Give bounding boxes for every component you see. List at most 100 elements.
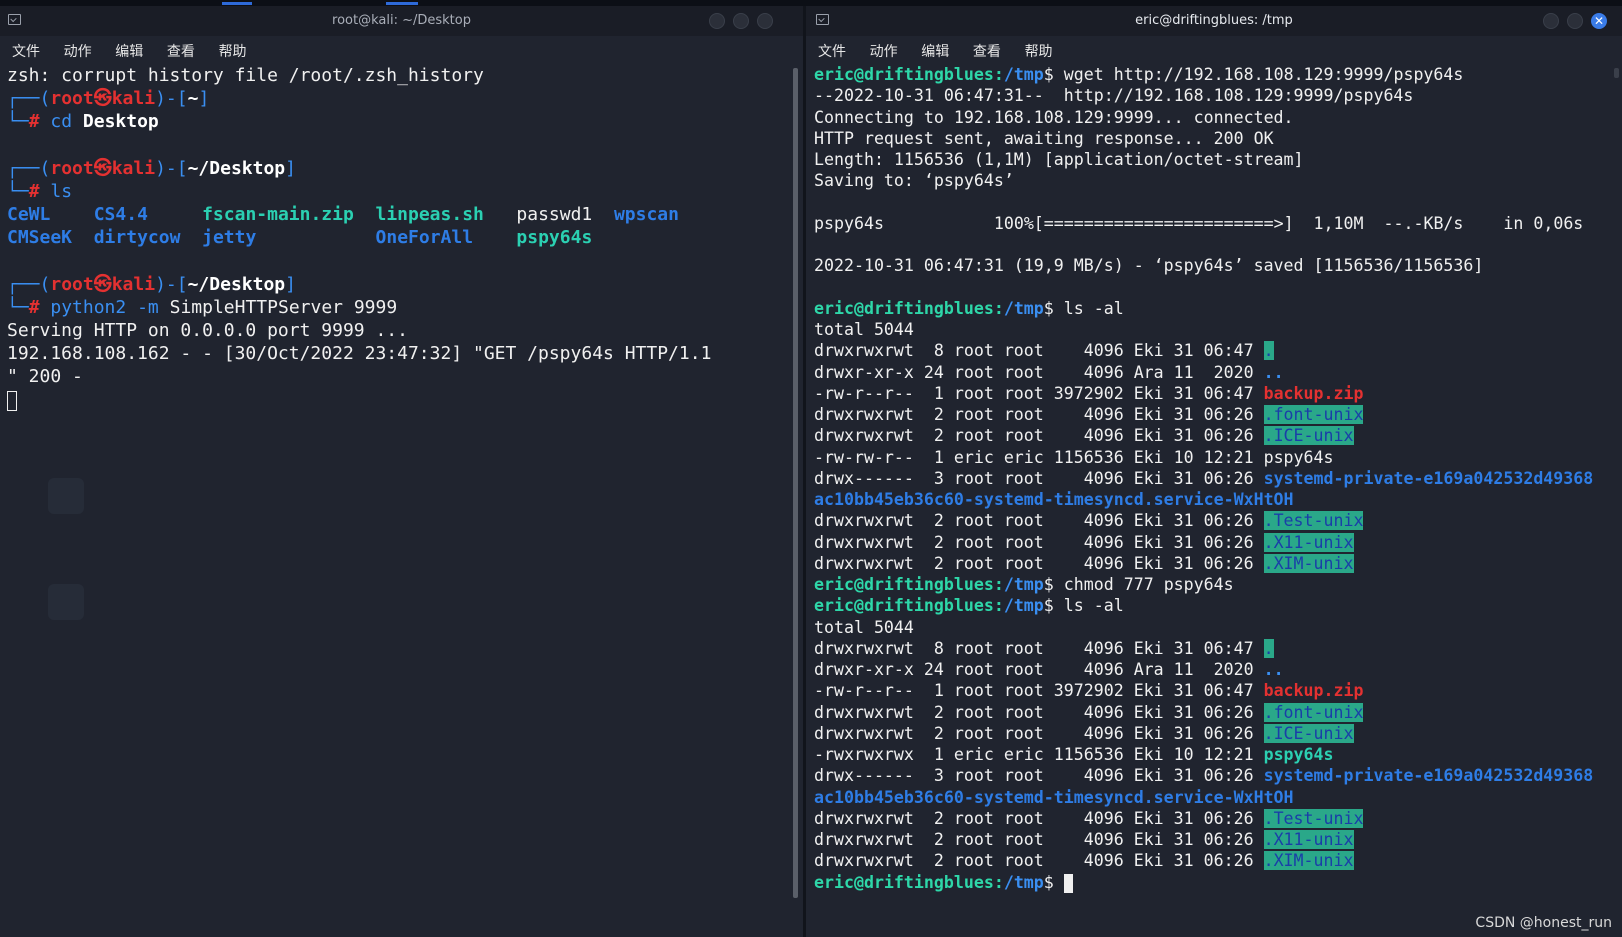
file-meta: drwxr-xr-x 24 root root 4096 Ara 11 2020	[814, 660, 1264, 679]
command-line: eric@driftingblues:/tmp$ chmod 777 pspy6…	[814, 575, 1234, 594]
terminal-line: Connecting to 192.168.108.129:9999... co…	[814, 107, 1294, 127]
terminal-line: Length: 1156536 (1,1M) [application/octe…	[814, 150, 1304, 169]
file-meta: drwxrwxrwt 2 root root 4096 Eki 31 06:26	[814, 723, 1264, 743]
workspace-indicator[interactable]	[386, 2, 418, 5]
file-name: ac10bb45eb36c60-systemd-timesyncd.servic…	[814, 787, 1294, 807]
terminal-line: --2022-10-31 06:47:31-- http://192.168.1…	[814, 86, 1414, 106]
right-title-bar[interactable]: eric@driftingblues: /tmp ✕	[806, 6, 1622, 36]
terminal-line: HTTP request sent, awaiting response... …	[814, 128, 1274, 148]
menu-view[interactable]: 查看	[973, 41, 1001, 61]
ls-row: drwxr-xr-x 24 root root 4096 Ara 11 2020…	[814, 362, 1606, 383]
file-meta: drwx------ 3 root root 4096 Eki 31 06:26	[814, 468, 1264, 488]
terminal-line: zsh: corrupt history file /root/.zsh_his…	[7, 65, 484, 86]
minimize-button[interactable]	[1543, 13, 1559, 29]
ls-listing: drwxrwxrwt 8 root root 4096 Eki 31 06:47…	[814, 638, 1606, 872]
window-title: eric@driftingblues: /tmp	[1135, 13, 1293, 28]
file-meta: drwxrwxrwt 2 root root 4096 Eki 31 06:26	[814, 405, 1264, 424]
file-name: .ICE-unix	[1263, 426, 1354, 446]
scrollbar[interactable]	[793, 68, 798, 898]
file-meta: -rwxrwxrwx 1 eric eric 1156536 Eki 10 12…	[814, 745, 1264, 764]
ls-row: ac10bb45eb36c60-systemd-timesyncd.servic…	[814, 787, 1606, 808]
left-terminal-window[interactable]: root@kali: ~/Desktop 文件 动作 编辑 查看 帮助 zsh:…	[0, 6, 803, 937]
file-name: .X11-unix	[1263, 532, 1354, 552]
ls-row: -rw-r--r-- 1 root root 3972902 Eki 31 06…	[814, 680, 1606, 701]
left-menu-bar: 文件 动作 编辑 查看 帮助	[0, 36, 803, 62]
left-terminal-output[interactable]: zsh: corrupt history file /root/.zsh_his…	[7, 64, 787, 937]
ls-row: drwx------ 3 root root 4096 Eki 31 06:26…	[814, 468, 1606, 489]
file-name: .Test-unix	[1263, 808, 1364, 828]
file-meta: drwxrwxrwt 2 root root 4096 Eki 31 06:26	[814, 830, 1264, 849]
file-meta: drwxrwxrwt 8 root root 4096 Eki 31 06:47	[814, 341, 1264, 361]
menu-actions[interactable]: 动作	[64, 41, 92, 61]
prompt-line: ┌──(root㉿kali)-[~/Desktop]	[7, 157, 296, 179]
ls-row: drwxrwxrwt 2 root root 4096 Eki 31 06:26…	[814, 723, 1606, 744]
terminal-line: Serving HTTP on 0.0.0.0 port 9999 ...	[7, 320, 408, 342]
ls-output-row: CeWL CS4.4 fscan-main.zip linpeas.sh pas…	[7, 204, 679, 226]
ls-row: drwxrwxrwt 2 root root 4096 Eki 31 06:26…	[814, 404, 1606, 425]
ls-row: drwxrwxrwt 2 root root 4096 Eki 31 06:26…	[814, 553, 1606, 574]
file-meta: drwxrwxrwt 8 root root 4096 Eki 31 06:47	[814, 638, 1264, 658]
ls-row: -rw-r--r-- 1 root root 3972902 Eki 31 06…	[814, 383, 1606, 404]
scrollbar[interactable]	[1614, 68, 1619, 78]
menu-file[interactable]: 文件	[818, 41, 846, 61]
terminal-line: " 200 -	[7, 366, 83, 388]
prompt-line: ┌──(root㉿kali)-[~]	[7, 88, 210, 110]
file-name: ..	[1263, 362, 1284, 382]
file-name: systemd-private-e169a042532d49368	[1263, 468, 1594, 488]
file-name: .	[1263, 638, 1274, 658]
ls-row: drwxrwxrwt 2 root root 4096 Eki 31 06:26…	[814, 532, 1606, 553]
file-name: .	[1263, 341, 1274, 361]
close-button[interactable]: ✕	[1591, 13, 1607, 29]
ls-row: ac10bb45eb36c60-systemd-timesyncd.servic…	[814, 489, 1606, 510]
close-button[interactable]	[757, 13, 773, 29]
file-name: .ICE-unix	[1263, 723, 1354, 743]
ls-row: -rwxrwxrwx 1 eric eric 1156536 Eki 10 12…	[814, 744, 1606, 765]
menu-edit[interactable]: 编辑	[115, 41, 143, 61]
file-name: .font-unix	[1263, 405, 1364, 424]
ls-listing: drwxrwxrwt 8 root root 4096 Eki 31 06:47…	[814, 340, 1606, 574]
menu-view[interactable]: 查看	[167, 41, 195, 61]
right-menu-bar: 文件 动作 编辑 查看 帮助	[806, 36, 1622, 62]
file-meta: drwx------ 3 root root 4096 Eki 31 06:26	[814, 766, 1264, 786]
file-name: systemd-private-e169a042532d49368	[1263, 766, 1594, 786]
menu-file[interactable]: 文件	[12, 41, 40, 61]
file-meta: drwxrwxrwt 2 root root 4096 Eki 31 06:26	[814, 511, 1264, 531]
file-meta: -rw-r--r-- 1 root root 3972902 Eki 31 06…	[814, 681, 1264, 701]
terminal-line: 192.168.108.162 - - [30/Oct/2022 23:47:3…	[7, 343, 712, 365]
command-line: eric@driftingblues:/tmp$ wget http://192…	[814, 65, 1464, 84]
terminal-cursor	[1063, 873, 1073, 893]
maximize-button[interactable]	[733, 13, 749, 29]
command-line: eric@driftingblues:/tmp$ ls -al	[814, 298, 1124, 318]
left-title-bar[interactable]: root@kali: ~/Desktop	[0, 6, 803, 36]
file-name: backup.zip	[1263, 383, 1364, 403]
right-terminal-output[interactable]: eric@driftingblues:/tmp$ wget http://192…	[814, 64, 1606, 937]
maximize-button[interactable]	[1567, 13, 1583, 29]
ls-row: drwx------ 3 root root 4096 Eki 31 06:26…	[814, 765, 1606, 786]
command-line: eric@driftingblues:/tmp$	[814, 872, 1606, 893]
file-name: .font-unix	[1263, 702, 1364, 722]
file-name: backup.zip	[1263, 681, 1364, 701]
menu-edit[interactable]: 编辑	[921, 41, 949, 61]
close-icon: ✕	[1593, 14, 1605, 28]
file-meta: drwxr-xr-x 24 root root 4096 Ara 11 2020	[814, 362, 1264, 382]
file-meta: drwxrwxrwt 2 root root 4096 Eki 31 06:26	[814, 851, 1264, 871]
right-terminal-window[interactable]: eric@driftingblues: /tmp ✕ 文件 动作 编辑 查看 帮…	[806, 6, 1622, 937]
menu-help[interactable]: 帮助	[219, 41, 247, 61]
file-meta: drwxrwxrwt 2 root root 4096 Eki 31 06:26	[814, 426, 1264, 446]
file-name: pspy64s	[1263, 745, 1334, 764]
window-title: root@kali: ~/Desktop	[332, 13, 471, 28]
file-name: ..	[1263, 660, 1284, 679]
command-line: └─# cd Desktop	[7, 111, 159, 133]
minimize-button[interactable]	[709, 13, 725, 29]
menu-actions[interactable]: 动作	[870, 41, 898, 61]
ls-row: drwxrwxrwt 2 root root 4096 Eki 31 06:26…	[814, 808, 1606, 829]
ls-row: drwxrwxrwt 8 root root 4096 Eki 31 06:47…	[814, 638, 1606, 659]
download-progress: pspy64s 100%[=======================>] 1…	[814, 213, 1584, 233]
file-name: .XIM-unix	[1263, 553, 1354, 573]
terminal-line: Saving to: ‘pspy64s’	[814, 171, 1014, 191]
file-meta: drwxrwxrwt 2 root root 4096 Eki 31 06:26	[814, 808, 1264, 828]
command-line: └─# python2 -m SimpleHTTPServer 9999	[7, 296, 398, 318]
menu-help[interactable]: 帮助	[1025, 41, 1053, 61]
ls-row: drwxrwxrwt 2 root root 4096 Eki 31 06:26…	[814, 829, 1606, 850]
workspace-indicator[interactable]	[222, 2, 252, 5]
